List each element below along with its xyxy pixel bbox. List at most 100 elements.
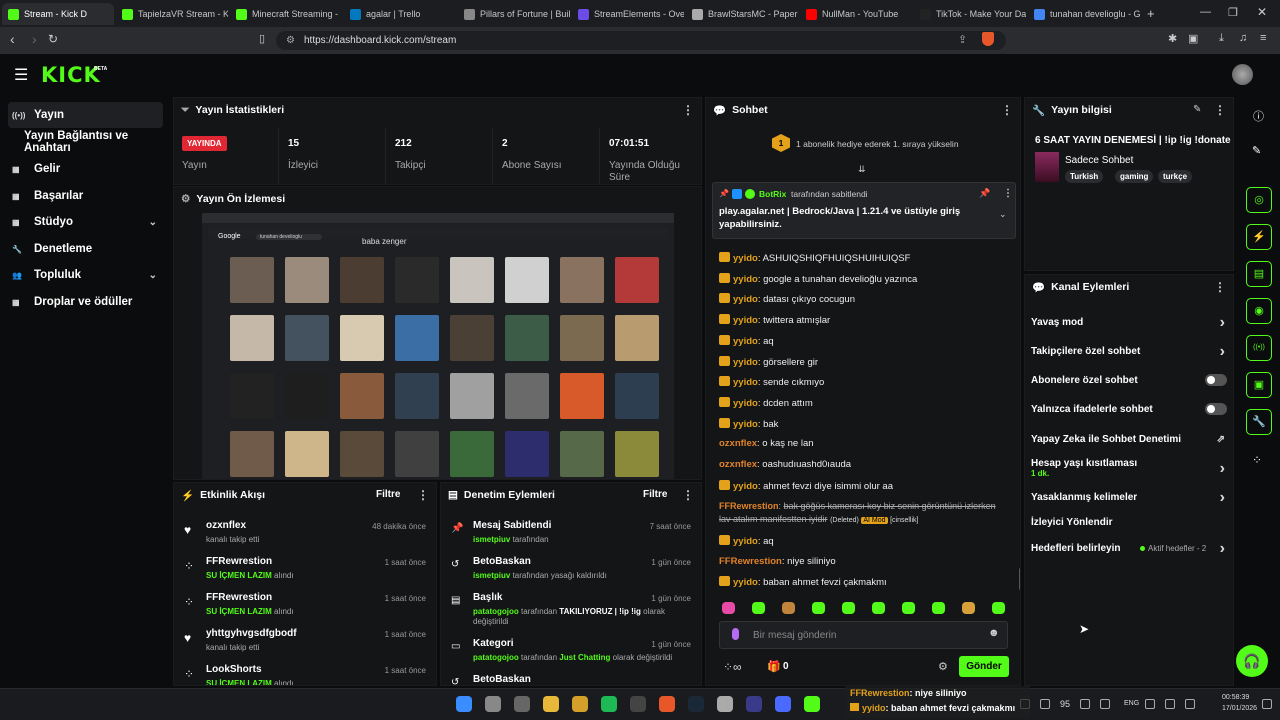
chat-message[interactable]: yyido: ahmet fevzi diye isimmi olur aa <box>719 479 1009 492</box>
chevron-down-icon[interactable]: ⌄ <box>149 270 157 281</box>
chat-message[interactable]: yyido: aq <box>719 535 1009 547</box>
chat-settings-icon[interactable]: ⚙ <box>938 660 948 673</box>
chat-username[interactable]: yyido <box>733 481 758 492</box>
taskbar-app-icon[interactable] <box>746 696 762 712</box>
toggle-switch[interactable] <box>1205 403 1227 415</box>
edit-info-icon[interactable]: ✎ <box>1193 104 1201 115</box>
extensions-icon[interactable]: ✱ <box>1168 32 1177 45</box>
taskbar-app-icon[interactable] <box>630 696 646 712</box>
chat-username[interactable]: yyido <box>733 336 758 347</box>
moderation-item[interactable]: 📌 Mesaj Sabitlendi ismetpiuv tarafından 7 s… <box>447 517 695 551</box>
chat-message[interactable]: yyido: baban ahmet fevzi çakmakmı <box>719 576 1009 588</box>
chevron-right-icon[interactable]: › <box>1220 460 1225 478</box>
emoji-icon[interactable]: ☻ <box>988 627 1000 639</box>
emote-icon[interactable] <box>962 602 975 614</box>
more-tools-icon[interactable]: ⁘ <box>1252 453 1262 467</box>
kick-logo[interactable]: KICK <box>41 63 101 87</box>
media-icon[interactable]: ♫ <box>1239 32 1247 44</box>
user-avatar[interactable] <box>1232 64 1253 85</box>
chevron-right-icon[interactable]: › <box>1220 540 1225 558</box>
browser-tab[interactable]: BrawlStarsMC - Paper <box>686 3 798 25</box>
sidebar-item[interactable]: ▦ Droplar ve ödüller <box>8 289 163 315</box>
chat-message[interactable]: yyido: görsellere gir <box>719 355 1009 368</box>
emote-icon[interactable] <box>782 602 795 614</box>
notification-icon[interactable] <box>1262 699 1272 709</box>
activity-item[interactable]: ♥ yhttgyhvgsdfgbodf kanalı takip etti 1 saa… <box>180 625 430 659</box>
bolt-icon[interactable]: ⚡ <box>1246 224 1272 250</box>
channel-action[interactable]: Takipçilere özel sohbet › <box>1031 343 1227 361</box>
sidebar-item[interactable]: 🔧 Denetleme <box>8 236 163 262</box>
edit-icon[interactable]: ✎ <box>1252 144 1261 157</box>
stream-tag[interactable]: Turkish <box>1065 170 1104 183</box>
moderation-filter-button[interactable]: Filtre <box>643 489 667 500</box>
taskbar-app-icon[interactable] <box>543 696 559 712</box>
back-icon[interactable]: ‹ <box>10 31 15 47</box>
taskbar-app-icon[interactable] <box>804 696 820 712</box>
chat-bubble-icon[interactable]: ◉ <box>1246 298 1272 324</box>
chat-username[interactable]: yyido <box>733 577 758 588</box>
deleted-message[interactable]: FFRewrestion: bak göğüs kamerası koy biz… <box>719 500 1007 527</box>
browser-tab[interactable]: Stream - Kick D <box>2 3 114 25</box>
mic-tray-icon[interactable] <box>1100 699 1110 709</box>
emote-icon[interactable] <box>752 602 765 614</box>
emote-icon[interactable] <box>722 602 735 614</box>
forward-icon[interactable]: › <box>32 31 37 47</box>
chat-menu-icon[interactable]: ⋮ <box>1001 103 1013 117</box>
taskbar-app-icon[interactable] <box>572 696 588 712</box>
maximize-button[interactable]: ❐ <box>1228 6 1238 19</box>
volume-icon[interactable] <box>1080 699 1090 709</box>
channel-points-icon[interactable]: ⁘∞ <box>723 660 742 674</box>
chat-scrollbar[interactable] <box>1019 568 1020 590</box>
emote-icon[interactable] <box>902 602 915 614</box>
activity-filter-button[interactable]: Filtre <box>376 489 400 500</box>
brave-shield-icon[interactable] <box>982 32 994 46</box>
expand-pinned-icon[interactable]: ⌄ <box>999 209 1007 220</box>
activity-item[interactable]: ⁘ LookShorts SU İÇMEN LAZIM alındı 1 saat ö… <box>180 661 430 685</box>
taskbar-app-icon[interactable] <box>717 696 733 712</box>
activity-item[interactable]: ♥ ozxnflex kanalı takip etti 48 dakika önce <box>180 517 430 551</box>
chat-username[interactable]: yyido <box>733 398 758 409</box>
chevron-right-icon[interactable]: › <box>1220 343 1225 361</box>
category-name[interactable]: Sadece Sohbet <box>1065 155 1133 166</box>
taskbar-app-icon[interactable] <box>456 696 472 712</box>
chat-username[interactable]: yyido <box>733 377 758 388</box>
moderation-item[interactable]: ↺ BetoBaskan <box>447 671 695 685</box>
channel-action[interactable]: Yavaş mod › <box>1031 314 1227 331</box>
broadcast-icon[interactable]: ((•)) <box>1246 335 1272 361</box>
chat-message[interactable]: yyido: aq <box>719 334 1009 347</box>
emote-icon[interactable] <box>932 602 945 614</box>
channel-action[interactable]: Hesap yaşı kısıtlaması 1 dk. › <box>1031 458 1227 478</box>
emote-icon[interactable] <box>992 602 1005 614</box>
chat-message[interactable]: yyido: dcden attım <box>719 396 1009 409</box>
chat-username[interactable]: FFRewrestion <box>719 556 782 567</box>
stream-tag[interactable]: gaming <box>1115 170 1154 183</box>
chat-username[interactable]: yyido <box>733 294 758 305</box>
bookmark-icon[interactable]: ▯ <box>259 32 265 45</box>
reload-icon[interactable]: ↻ <box>48 32 58 46</box>
category-thumbnail[interactable] <box>1035 152 1059 182</box>
sidebar-item[interactable]: ▦ Başarılar <box>8 183 163 209</box>
activity-item[interactable]: ⁘ FFRewrestion SU İÇMEN LAZIM alındı 1 saat… <box>180 553 430 587</box>
chat-input[interactable]: Bir mesaj gönderin ☻ <box>719 621 1008 649</box>
minimize-button[interactable]: — <box>1200 6 1211 18</box>
tray-icon[interactable] <box>1185 699 1195 709</box>
sidebar-item[interactable]: Yayın Bağlantısı ve Anahtarı <box>8 129 163 155</box>
chat-message[interactable]: ozxnflex: oashudıuashd0ıauda <box>719 459 1009 470</box>
emote-icon[interactable] <box>812 602 825 614</box>
sidebar-item[interactable]: 👥 Topluluk ⌄ <box>8 262 163 288</box>
chat-message[interactable]: FFRewrestion: niye siliniyo <box>719 556 1009 567</box>
chevron-right-icon[interactable]: › <box>1220 489 1225 507</box>
moderation-item[interactable]: ▤ Başlık patatogojoo tarafından TAKILIYORU… <box>447 589 695 633</box>
chat-message[interactable]: yyido: ASHUIQSHIQFHUIQSHUIHUIQSF <box>719 252 1009 264</box>
moderation-menu-icon[interactable]: ⋮ <box>682 488 694 502</box>
moderation-item[interactable]: ▭ Kategori patatogojoo tarafından Just Cha… <box>447 635 695 669</box>
scroll-down-icon[interactable]: ⇊ <box>858 164 866 175</box>
channel-action[interactable]: İzleyici Yönlendir <box>1031 517 1227 531</box>
chat-username[interactable]: yyido <box>733 419 758 430</box>
chat-message[interactable]: yyido: sende cıkmıyo <box>719 376 1009 388</box>
moderation-item[interactable]: ↺ BetoBaskan ismetpiuv tarafından yasağı k… <box>447 553 695 587</box>
layout-icon[interactable]: ▣ <box>1246 372 1272 398</box>
preview-video[interactable]: Google tunahan develioglu baba zenger <box>202 213 674 479</box>
channel-action[interactable]: Yalnızca ifadelerle sohbet <box>1031 403 1227 418</box>
site-info-icon[interactable]: ⚙ <box>286 31 295 50</box>
